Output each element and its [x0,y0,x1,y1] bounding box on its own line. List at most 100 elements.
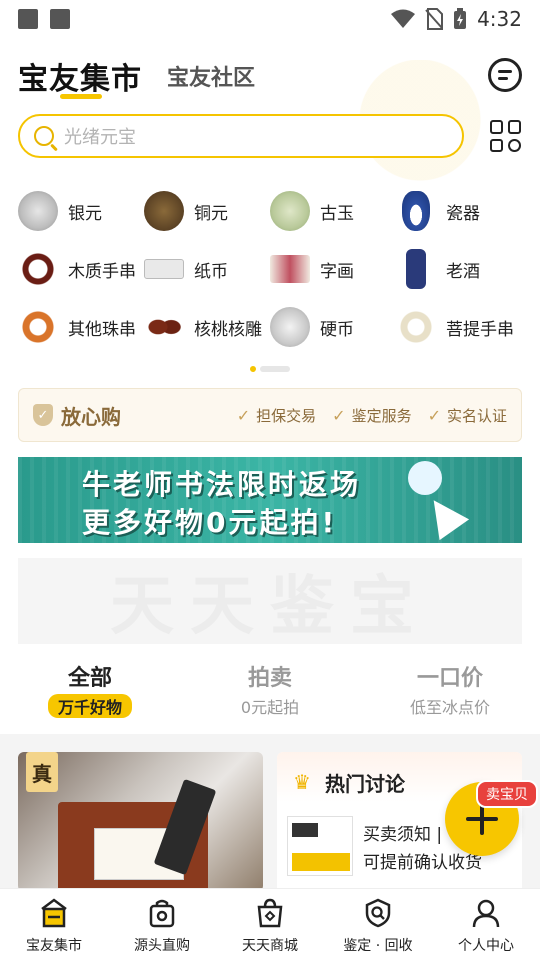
discussion-thumbnail [287,816,353,876]
user-icon [472,899,500,928]
battery-charging-icon [454,8,467,29]
tab-auction[interactable]: 拍卖 0元起拍 [180,660,360,726]
category-ancient-jade[interactable]: 古玉 [270,191,396,231]
message-icon[interactable] [488,58,522,92]
category-label: 其他珠串 [68,319,136,340]
tab-all[interactable]: 全部 万千好物 [0,660,180,726]
bodhi-bracelet-icon [396,307,436,347]
jade-icon [270,191,310,231]
bead-string-icon [18,307,58,347]
nav-label: 源头直购 [134,938,190,954]
category-label: 菩提手串 [446,319,514,340]
promo-banner[interactable]: 牛老师书法限时返场 更多好物0元起拍! [18,457,522,543]
sell-item-tag[interactable]: 卖宝贝 [476,780,538,808]
vase-icon [402,191,430,231]
category-porcelain[interactable]: 瓷器 [396,191,522,231]
category-banknote[interactable]: 纸币 [144,257,270,282]
bottom-nav: 宝友集市 源头直购 天天商城 鉴定 · 回收 个人中心 [0,888,540,960]
wood-bracelet-icon [18,249,58,289]
tab-subtitle: 低至冰点价 [409,698,490,717]
header: 宝友集市 宝友社区 [0,44,540,104]
search-placeholder: 光绪元宝 [64,127,136,148]
assurance-item: ✓ 鉴定服务 [332,405,411,426]
tab-title: 拍卖 [247,666,292,691]
category-other-beads[interactable]: 其他珠串 [18,307,144,347]
shield-check-icon: ✓ [33,404,53,426]
check-icon: ✓ [332,405,346,425]
banner-line-1: 牛老师书法限时返场 [82,468,362,501]
tab-subtitle: 0元起拍 [240,698,300,717]
walnut-icon [144,307,184,347]
cursor-arrow-icon [418,489,470,541]
nav-personal-center[interactable]: 个人中心 [432,889,540,960]
assurance-title: 放心购 [61,404,121,429]
category-label: 木质手串 [68,261,136,282]
appraisal-shield-icon [365,898,391,928]
check-icon: ✓ [236,405,251,425]
category-label: 铜元 [194,203,228,224]
nav-label: 宝友集市 [26,938,82,954]
category-painting[interactable]: 字画 [270,255,396,283]
nav-baoyou-market[interactable]: 宝友集市 [0,889,108,960]
category-coin[interactable]: 硬币 [270,307,396,347]
category-label: 纸币 [194,261,228,282]
watermark-text: 天天鉴宝 [110,570,430,644]
assurance-item-label: 鉴定服务 [351,406,412,425]
category-label: 银元 [68,203,102,224]
category-copper-coin[interactable]: 铜元 [144,191,270,231]
tab-title: 一口价 [416,666,483,691]
crown-icon: ♛ [293,770,311,794]
assurance-item-label: 担保交易 [256,406,317,425]
discussion-text-line-1: 买卖须知 | [363,825,443,845]
category-walnut-carving[interactable]: 核桃核雕 [144,307,270,347]
tab-baoyou-community[interactable]: 宝友社区 [167,60,255,92]
category-label: 核桃核雕 [194,319,262,340]
category-label: 硬币 [320,319,354,340]
tab-baoyou-market[interactable]: 宝友集市 [18,54,142,98]
filter-tabs: 全部 万千好物 拍卖 0元起拍 一口价 低至冰点价 [0,660,540,726]
tab-title: 全部 [67,666,112,691]
page-dot-active [250,366,256,372]
font-app-icon [50,9,70,29]
tab-fixed-price[interactable]: 一口价 低至冰点价 [360,660,540,726]
status-time: 4:32 [477,7,522,31]
shopping-bag-icon [149,899,175,928]
no-sim-icon [425,8,444,30]
assurance-item: ✓ 担保交易 [237,405,316,426]
page-dot [260,366,290,372]
nav-label: 鉴定 · 回收 [343,938,413,954]
search-icon [34,126,54,146]
status-bar: 4:32 [0,0,540,38]
banknote-icon [144,259,184,279]
category-label: 瓷器 [446,203,480,224]
assurance-item: ✓ 实名认证 [428,405,507,426]
tab-subtitle-badge: 万千好物 [47,694,132,718]
category-bodhi-bracelet[interactable]: 菩提手串 [396,307,522,347]
watermark-banner: 天天鉴宝 [18,558,522,644]
banner-circle-decoration [408,461,442,495]
category-aged-liquor[interactable]: 老酒 [396,249,522,289]
nav-appraisal-recycle[interactable]: 鉴定 · 回收 [324,889,432,960]
active-tab-indicator [60,94,102,99]
check-icon: ✓ [427,405,441,425]
category-silver-dollar[interactable]: 银元 [18,191,144,231]
nav-daily-mall[interactable]: 天天商城 [216,889,324,960]
category-grid-icon[interactable] [490,120,522,152]
coin-icon [270,307,310,347]
market-stall-icon [41,898,67,928]
category-grid: 银元 铜元 古玉 瓷器 木质手串 纸币 字画 老酒 其他珠串 核桃核雕 硬币 菩… [18,182,528,356]
search-input[interactable]: 光绪元宝 [18,114,464,158]
assurance-item-label: 实名认证 [446,406,507,425]
wifi-icon [391,9,416,28]
nav-source-purchase[interactable]: 源头直购 [108,889,216,960]
store-bag-icon [257,898,283,928]
painting-icon [270,255,310,283]
nav-label: 个人中心 [458,938,514,954]
category-wood-bracelet[interactable]: 木质手串 [18,249,144,289]
copper-coin-icon [144,191,184,231]
assurance-bar[interactable]: ✓ 放心购 ✓ 担保交易 ✓ 鉴定服务 ✓ 实名认证 [18,388,522,442]
category-label: 老酒 [446,261,480,282]
banner-line-2: 更多好物0元起拍! [82,506,338,539]
hot-discussion-title: 热门讨论 [325,772,405,796]
page-indicator [250,366,290,372]
